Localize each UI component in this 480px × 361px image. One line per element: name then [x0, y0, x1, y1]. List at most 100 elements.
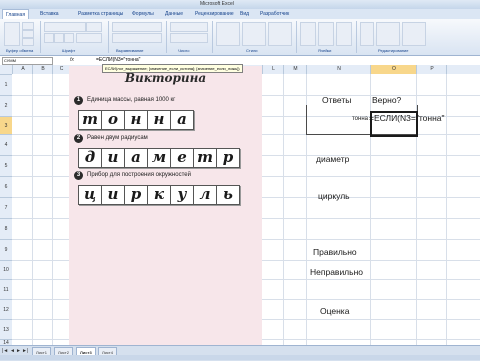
- font-name-select[interactable]: [44, 22, 86, 32]
- column-header[interactable]: A: [12, 65, 33, 74]
- letter-cell[interactable]: д: [78, 148, 102, 168]
- row-header[interactable]: 13: [0, 319, 12, 340]
- group-styles-label: Стили: [246, 48, 258, 53]
- cell-styles-button[interactable]: [268, 22, 292, 46]
- group-divider: [356, 21, 357, 53]
- letter-cell[interactable]: т: [78, 110, 102, 130]
- font-size-select[interactable]: [86, 22, 102, 32]
- title-bar: Microsoft Excel: [0, 0, 480, 9]
- row-header[interactable]: 10: [0, 260, 12, 280]
- select-all-corner[interactable]: [0, 65, 12, 74]
- column-header[interactable]: P: [416, 65, 447, 74]
- merge-buttons[interactable]: [112, 33, 162, 43]
- row-header[interactable]: 11: [0, 279, 12, 300]
- name-box[interactable]: СУММ: [2, 57, 53, 65]
- grid-line: [283, 74, 284, 345]
- tab-insert[interactable]: Вставка: [40, 9, 59, 19]
- answers-header-cell[interactable]: Ответы: [322, 95, 351, 105]
- underline-button[interactable]: [64, 33, 74, 43]
- bold-button[interactable]: [44, 33, 54, 43]
- letter-cell[interactable]: е: [171, 148, 194, 168]
- column-header[interactable]: B: [32, 65, 53, 74]
- align-buttons[interactable]: [112, 22, 162, 32]
- letter-cell[interactable]: л: [194, 185, 217, 205]
- row-header[interactable]: 3: [0, 116, 12, 135]
- number-format-buttons[interactable]: [170, 33, 208, 43]
- last-sheet-icon[interactable]: ►|: [22, 348, 28, 354]
- row-header[interactable]: 9: [0, 239, 12, 261]
- cell-n3[interactable]: тонна: [352, 116, 368, 122]
- letter-cell[interactable]: к: [148, 185, 171, 205]
- cell-n11[interactable]: Неправильно: [310, 267, 363, 277]
- prev-sheet-icon[interactable]: ◄: [10, 348, 15, 354]
- tab-review[interactable]: Рецензирование: [195, 9, 234, 19]
- question-number-badge: 3: [74, 171, 83, 180]
- conditional-formatting-button[interactable]: [216, 22, 240, 46]
- letter-cell[interactable]: у: [171, 185, 194, 205]
- paste-button[interactable]: [4, 22, 20, 46]
- row-header[interactable]: 5: [0, 155, 12, 177]
- question-text: Прибор для построения окружностей: [87, 172, 191, 178]
- format-cells-button[interactable]: [336, 22, 352, 46]
- row-header[interactable]: 7: [0, 197, 12, 219]
- letter-cell[interactable]: н: [125, 110, 148, 130]
- find-select-button[interactable]: [402, 22, 426, 46]
- fill-color-button[interactable]: [76, 33, 102, 43]
- tab-formulas[interactable]: Формулы: [132, 9, 154, 19]
- tab-developer[interactable]: Разработчик: [260, 9, 289, 19]
- fx-icon[interactable]: fx: [70, 56, 74, 65]
- letter-cell[interactable]: ь: [217, 185, 240, 205]
- group-alignment-label: Выравнивание: [116, 48, 144, 53]
- letter-cell[interactable]: ц: [78, 185, 102, 205]
- tab-view[interactable]: Вид: [240, 9, 249, 19]
- letter-cell[interactable]: и: [102, 148, 125, 168]
- format-as-table-button[interactable]: [242, 22, 266, 46]
- copy-icon[interactable]: [22, 30, 34, 38]
- cell-n10[interactable]: Правильно: [313, 247, 357, 257]
- letter-cell[interactable]: и: [102, 185, 125, 205]
- insert-cells-button[interactable]: [300, 22, 316, 46]
- format-painter-icon[interactable]: [22, 38, 34, 46]
- letter-cell[interactable]: р: [217, 148, 240, 168]
- column-header[interactable]: M: [283, 65, 307, 74]
- first-sheet-icon[interactable]: |◄: [2, 348, 8, 354]
- correct-header-cell[interactable]: Верно?: [372, 95, 401, 105]
- row-header[interactable]: 12: [0, 299, 12, 320]
- cut-icon[interactable]: [22, 22, 34, 30]
- row-header[interactable]: 2: [0, 95, 12, 117]
- answer-letter-row: т о н н а: [78, 110, 194, 130]
- number-format-select[interactable]: [170, 22, 208, 32]
- column-header[interactable]: N: [306, 65, 371, 74]
- tab-data[interactable]: Данные: [165, 9, 183, 19]
- column-header[interactable]: L: [262, 65, 284, 74]
- grid-line: [52, 74, 53, 345]
- answer-letter-row: д и а м е т р: [78, 148, 240, 168]
- next-sheet-icon[interactable]: ►: [16, 348, 21, 354]
- sort-filter-button[interactable]: [376, 22, 400, 46]
- letter-cell[interactable]: т: [194, 148, 217, 168]
- letter-cell[interactable]: о: [102, 110, 125, 130]
- cell-n13[interactable]: Оценка: [320, 306, 349, 316]
- letter-cell[interactable]: м: [148, 148, 171, 168]
- autosum-button[interactable]: [360, 22, 374, 46]
- italic-button[interactable]: [54, 33, 64, 43]
- column-header[interactable]: [446, 65, 480, 74]
- row-header[interactable]: 1: [0, 74, 12, 96]
- letter-cell[interactable]: а: [125, 148, 148, 168]
- window-title: Microsoft Excel: [200, 1, 234, 7]
- cell-o3-editing[interactable]: =ЕСЛИ(N3="тонна": [369, 113, 445, 123]
- column-header[interactable]: C: [52, 65, 70, 74]
- row-header[interactable]: 4: [0, 134, 12, 156]
- question-number-badge: 1: [74, 96, 83, 105]
- row-header[interactable]: 8: [0, 218, 12, 240]
- letter-cell[interactable]: а: [171, 110, 194, 130]
- column-header[interactable]: O: [370, 65, 417, 74]
- cell-n5[interactable]: диаметр: [316, 154, 349, 164]
- cell-n7[interactable]: циркуль: [318, 191, 350, 201]
- letter-cell[interactable]: р: [125, 185, 148, 205]
- group-divider: [212, 21, 213, 53]
- tab-page-layout[interactable]: Разметка страницы: [78, 9, 123, 19]
- letter-cell[interactable]: н: [148, 110, 171, 130]
- row-header[interactable]: 6: [0, 176, 12, 198]
- delete-cells-button[interactable]: [318, 22, 334, 46]
